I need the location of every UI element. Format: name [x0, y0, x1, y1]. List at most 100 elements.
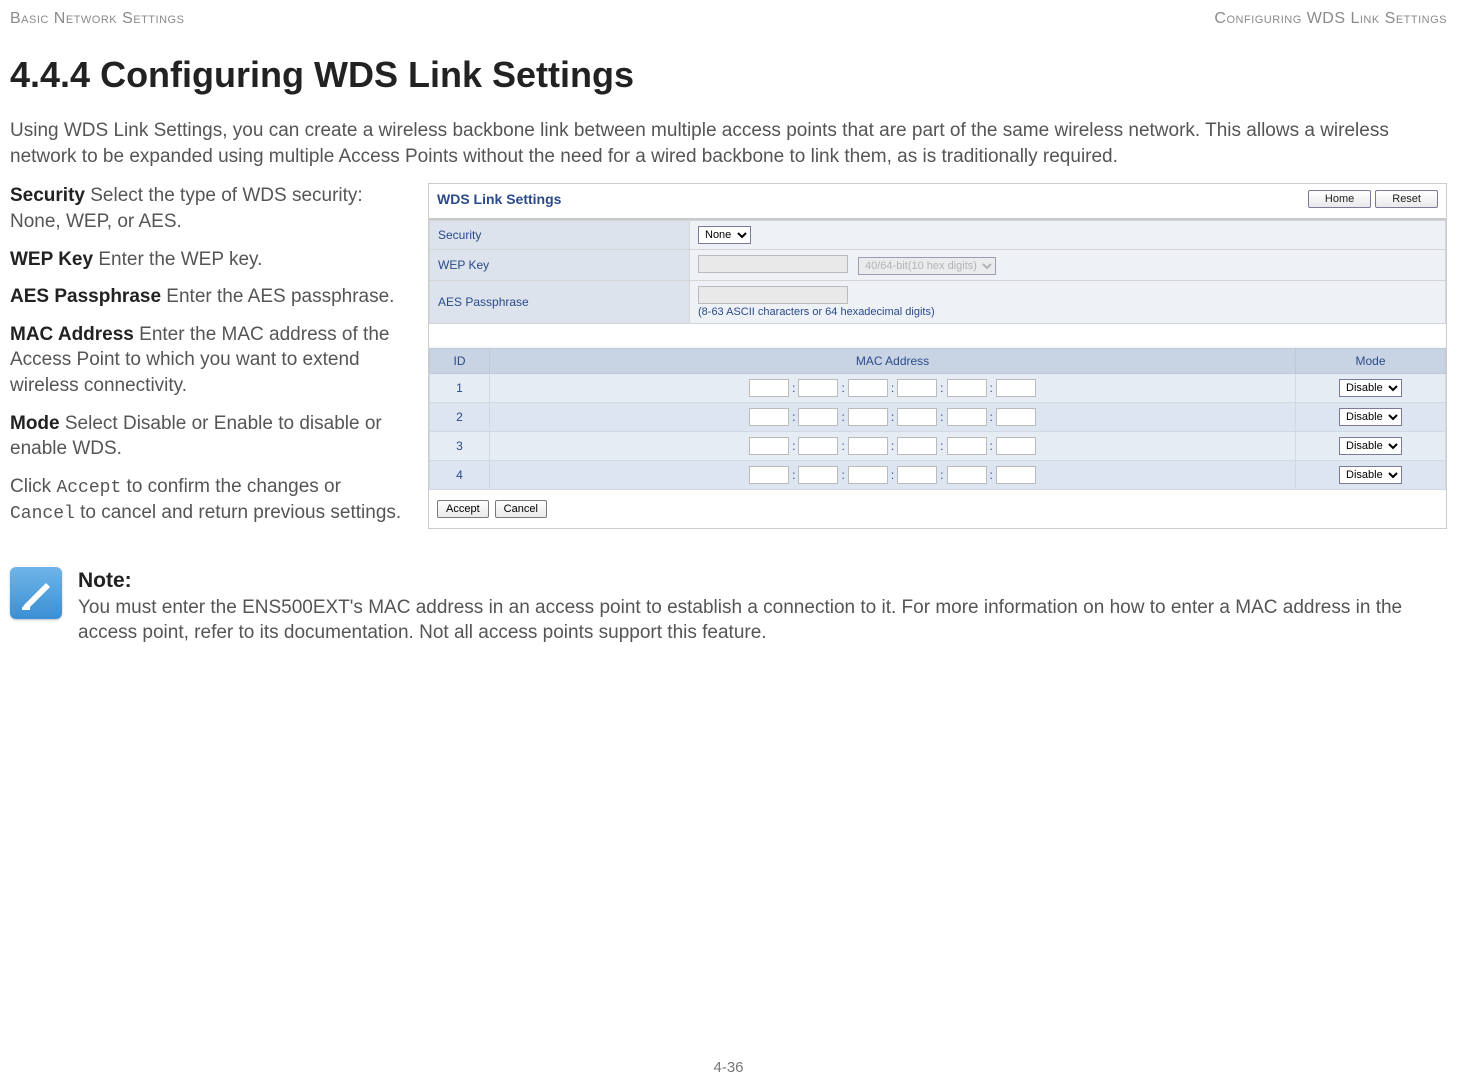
definitions-column: Security Select the type of WDS security… — [10, 183, 410, 538]
security-label: Security — [430, 221, 690, 250]
note-block: Note: You must enter the ENS500EXT's MAC… — [10, 567, 1447, 646]
table-row: 3:::::Disable — [430, 431, 1446, 460]
mac-separator: : — [990, 381, 993, 395]
mac-octet-input[interactable] — [897, 379, 937, 397]
header-right: Configuring WDS Link Settings — [1214, 10, 1447, 28]
mode-cell: Disable — [1296, 373, 1446, 402]
mac-octet-input[interactable] — [996, 379, 1036, 397]
running-header: Basic Network Settings Configuring WDS L… — [10, 10, 1447, 28]
mode-select[interactable]: Disable — [1339, 379, 1402, 397]
header-left: Basic Network Settings — [10, 10, 184, 28]
mac-octet-input[interactable] — [798, 408, 838, 426]
intro-paragraph: Using WDS Link Settings, you can create … — [10, 118, 1447, 169]
mac-separator: : — [792, 468, 795, 482]
panel-title: WDS Link Settings — [437, 191, 561, 207]
accept-button[interactable]: Accept — [437, 500, 489, 518]
mac-address-cell: ::::: — [490, 402, 1296, 431]
mac-octet-input[interactable] — [897, 437, 937, 455]
security-select[interactable]: None — [698, 226, 751, 244]
aes-passphrase-input[interactable] — [698, 286, 848, 304]
cancel-button[interactable]: Cancel — [495, 500, 547, 518]
mac-octet-input[interactable] — [996, 408, 1036, 426]
mac-separator: : — [940, 468, 943, 482]
wep-label: WEP Key — [430, 250, 690, 281]
mac-separator: : — [891, 439, 894, 453]
note-icon — [10, 567, 62, 619]
mac-octet-input[interactable] — [798, 379, 838, 397]
wds-settings-panel: WDS Link Settings Home Reset Security No… — [428, 183, 1447, 529]
mac-octet-input[interactable] — [848, 379, 888, 397]
aes-hint: (8-63 ASCII characters or 64 hexadecimal… — [698, 306, 935, 318]
def-wep: WEP Key Enter the WEP key. — [10, 247, 410, 273]
row-id: 2 — [430, 402, 490, 431]
row-id: 3 — [430, 431, 490, 460]
wep-key-input[interactable] — [698, 255, 848, 273]
click-instructions: Click Accept to confirm the changes or C… — [10, 474, 410, 527]
mac-separator: : — [841, 410, 844, 424]
mac-separator: : — [792, 381, 795, 395]
mac-separator: : — [940, 381, 943, 395]
mode-cell: Disable — [1296, 402, 1446, 431]
note-body: You must enter the ENS500EXT's MAC addre… — [78, 597, 1402, 643]
table-row: 1:::::Disable — [430, 373, 1446, 402]
mac-octet-input[interactable] — [749, 408, 789, 426]
mode-cell: Disable — [1296, 460, 1446, 489]
col-mode: Mode — [1296, 348, 1446, 373]
mode-select[interactable]: Disable — [1339, 437, 1402, 455]
def-mac: MAC Address Enter the MAC address of the… — [10, 322, 410, 399]
mac-separator: : — [841, 439, 844, 453]
section-title: 4.4.4 Configuring WDS Link Settings — [10, 54, 1447, 96]
def-mode: Mode Select Disable or Enable to disable… — [10, 411, 410, 462]
mac-octet-input[interactable] — [749, 466, 789, 484]
table-row: 2:::::Disable — [430, 402, 1446, 431]
table-row: 4:::::Disable — [430, 460, 1446, 489]
wds-form-table: Security None WEP Key 40/64-bit(10 hex d… — [429, 220, 1446, 324]
mac-octet-input[interactable] — [947, 466, 987, 484]
mac-separator: : — [841, 468, 844, 482]
aes-label: AES Passphrase — [430, 280, 690, 323]
mac-separator: : — [891, 468, 894, 482]
mac-octet-input[interactable] — [848, 466, 888, 484]
mode-select[interactable]: Disable — [1339, 408, 1402, 426]
mac-address-cell: ::::: — [490, 460, 1296, 489]
note-heading: Note: — [78, 567, 1447, 594]
col-id: ID — [430, 348, 490, 373]
mac-separator: : — [990, 468, 993, 482]
mac-separator: : — [891, 410, 894, 424]
mac-octet-input[interactable] — [947, 437, 987, 455]
mac-separator: : — [940, 410, 943, 424]
mac-octet-input[interactable] — [897, 466, 937, 484]
row-id: 4 — [430, 460, 490, 489]
mac-table: ID MAC Address Mode 1:::::Disable2:::::D… — [429, 348, 1446, 490]
col-mac: MAC Address — [490, 348, 1296, 373]
mac-octet-input[interactable] — [798, 466, 838, 484]
mac-separator: : — [792, 439, 795, 453]
mac-octet-input[interactable] — [749, 379, 789, 397]
reset-button[interactable]: Reset — [1375, 190, 1438, 208]
mac-octet-input[interactable] — [848, 408, 888, 426]
row-id: 1 — [430, 373, 490, 402]
mac-separator: : — [940, 439, 943, 453]
def-security: Security Select the type of WDS security… — [10, 183, 410, 234]
mac-separator: : — [841, 381, 844, 395]
mac-address-cell: ::::: — [490, 373, 1296, 402]
mac-address-cell: ::::: — [490, 431, 1296, 460]
mac-octet-input[interactable] — [798, 437, 838, 455]
mac-octet-input[interactable] — [947, 408, 987, 426]
home-button[interactable]: Home — [1308, 190, 1371, 208]
mac-separator: : — [990, 410, 993, 424]
mode-cell: Disable — [1296, 431, 1446, 460]
mac-octet-input[interactable] — [996, 466, 1036, 484]
mac-separator: : — [990, 439, 993, 453]
mode-select[interactable]: Disable — [1339, 466, 1402, 484]
def-aes: AES Passphrase Enter the AES passphrase. — [10, 284, 410, 310]
page-number: 4-36 — [713, 1059, 743, 1076]
mac-separator: : — [792, 410, 795, 424]
mac-octet-input[interactable] — [848, 437, 888, 455]
mac-octet-input[interactable] — [749, 437, 789, 455]
mac-octet-input[interactable] — [996, 437, 1036, 455]
mac-separator: : — [891, 381, 894, 395]
wep-bits-select[interactable]: 40/64-bit(10 hex digits) — [858, 257, 996, 275]
mac-octet-input[interactable] — [897, 408, 937, 426]
mac-octet-input[interactable] — [947, 379, 987, 397]
